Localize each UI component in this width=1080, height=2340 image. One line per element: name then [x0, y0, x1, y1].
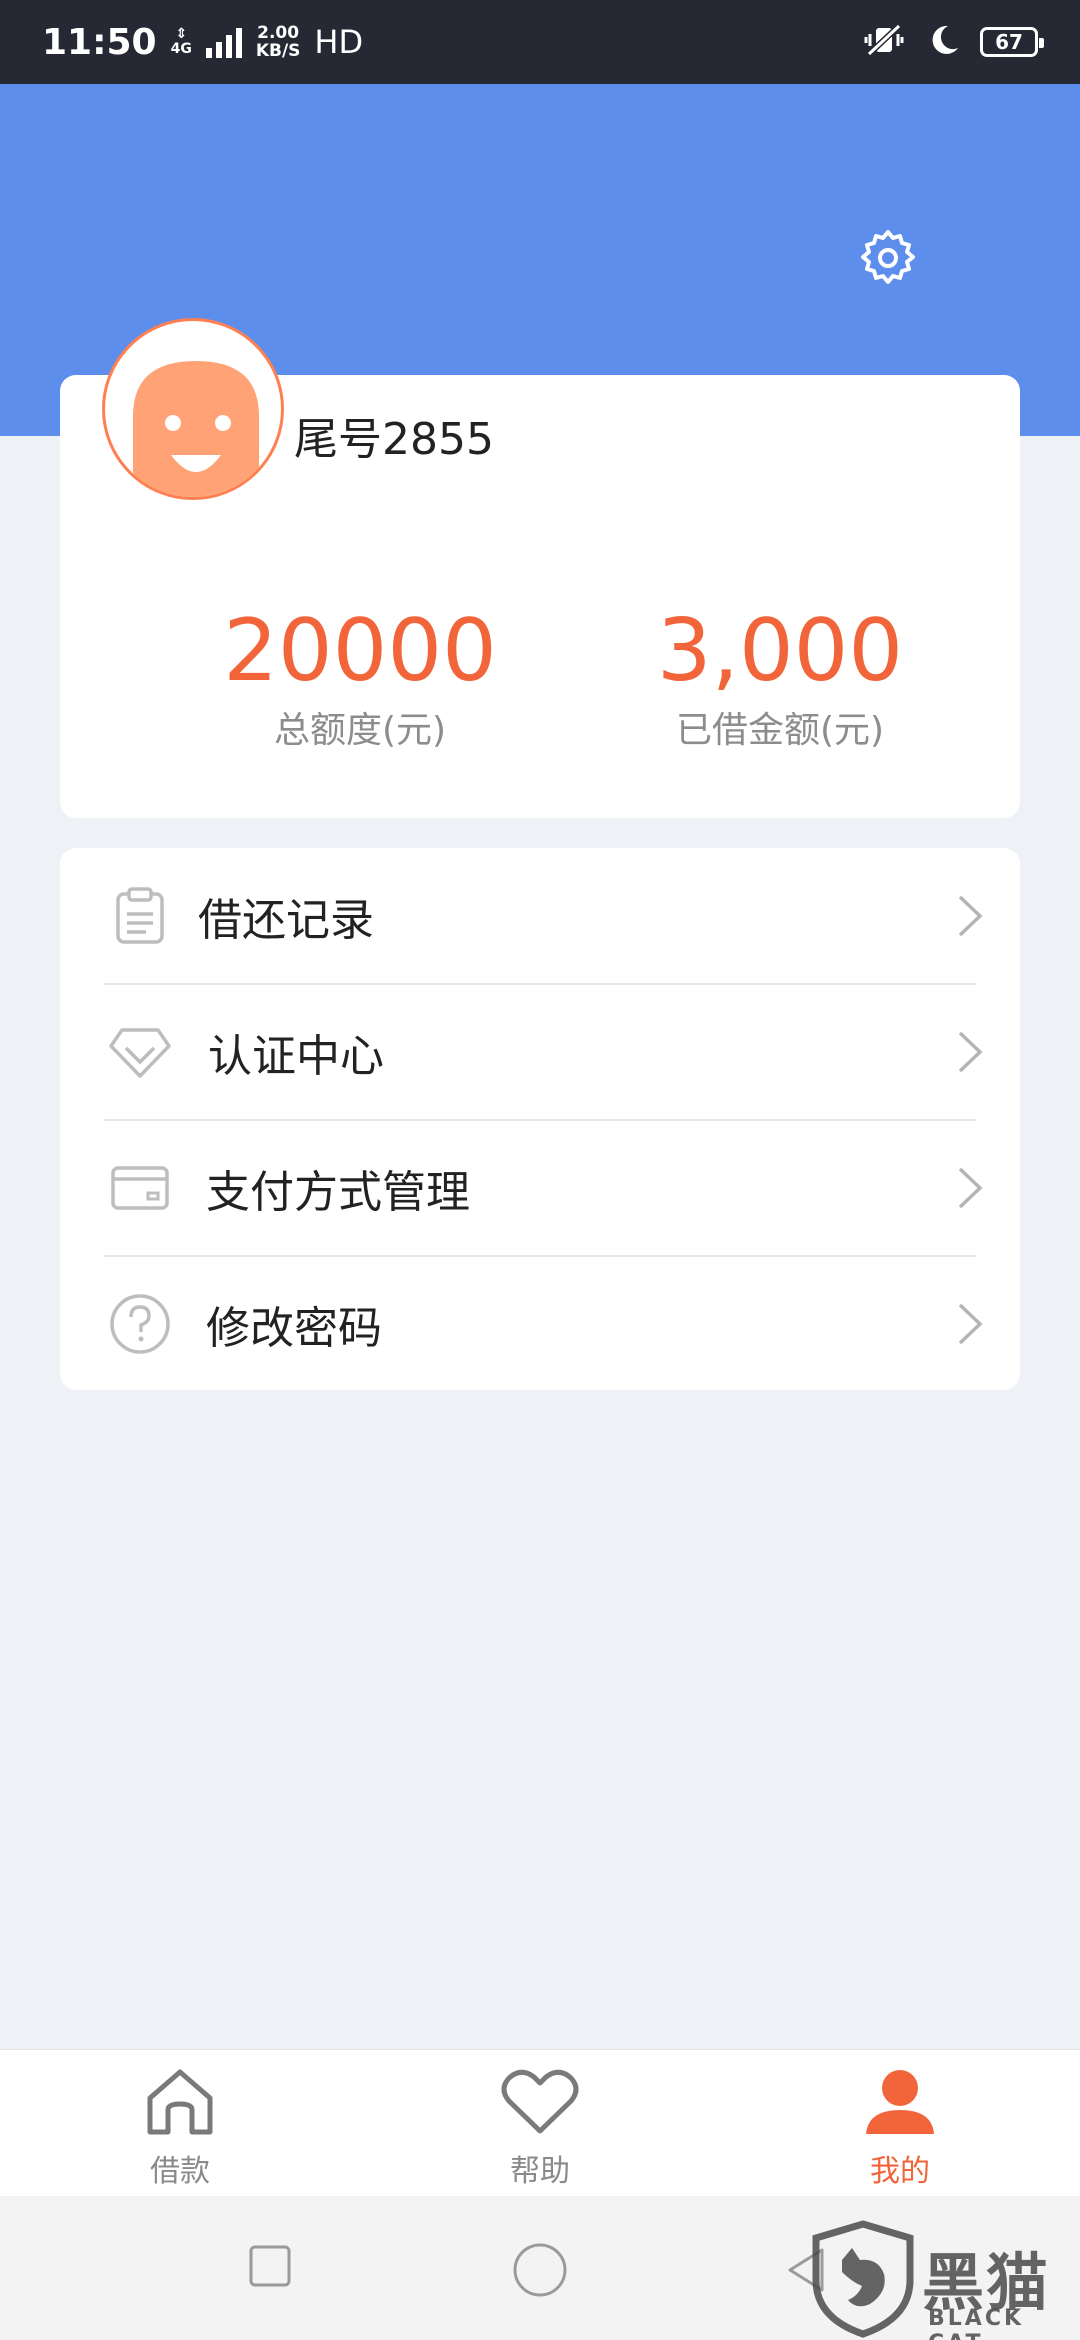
- heart-icon: [500, 2062, 580, 2142]
- card-icon: [108, 1156, 172, 1220]
- watermark-subtitle: BLACK CAT: [928, 2306, 1025, 2340]
- settings-button[interactable]: [856, 226, 920, 290]
- borrowed-label: 已借金额(元): [675, 710, 885, 751]
- nav-label-mine: 我的: [870, 2154, 930, 2189]
- menu-label-records: 借还记录: [198, 895, 374, 946]
- nav-tab-help[interactable]: 帮助: [440, 2050, 640, 2197]
- recent-apps-button[interactable]: [248, 2244, 292, 2292]
- menu-item-records[interactable]: 借还记录: [60, 848, 1020, 984]
- status-time: 11:50: [42, 21, 157, 63]
- nav-label-help: 帮助: [510, 2154, 570, 2189]
- nav-tab-borrow[interactable]: 借款: [80, 2050, 280, 2197]
- vibrate-icon: [864, 22, 904, 62]
- nav-label-borrow: 借款: [150, 2154, 210, 2189]
- watermark: 黑猫 BLACK CAT: [782, 2220, 1080, 2340]
- bottom-nav: 借款 帮助 我的: [0, 2049, 1080, 2196]
- clipboard-icon: [108, 884, 172, 948]
- menu-card: 借还记录 认证中心 支付方式管理 修改密码: [60, 848, 1020, 1390]
- diamond-icon: [108, 1020, 172, 1084]
- chevron-right-icon: [958, 1031, 983, 1073]
- person-icon: [860, 2062, 940, 2142]
- menu-label-payment: 支付方式管理: [206, 1167, 470, 1218]
- network-type: ⇕ 4G: [170, 26, 192, 57]
- signal-icon: [205, 26, 242, 58]
- total-limit-label: 总额度(元): [273, 710, 447, 751]
- gear-icon: [861, 230, 915, 284]
- total-limit-value: 20000: [223, 601, 497, 701]
- menu-label-verification: 认证中心: [208, 1031, 384, 1082]
- avatar[interactable]: [102, 318, 284, 500]
- menu-item-password[interactable]: 修改密码: [60, 1256, 1020, 1392]
- home-button[interactable]: [512, 2242, 568, 2302]
- menu-item-payment[interactable]: 支付方式管理: [60, 1120, 1020, 1256]
- network-speed: 2.00 KB/S: [255, 23, 301, 61]
- chevron-right-icon: [958, 895, 983, 937]
- moon-icon: [924, 22, 960, 62]
- question-icon: [108, 1292, 172, 1356]
- cat-shield-icon: [812, 2220, 914, 2338]
- status-bar: 11:50 ⇕ 4G 2.00 KB/S HD 67: [0, 0, 1080, 84]
- home-icon: [140, 2062, 220, 2142]
- menu-item-verification[interactable]: 认证中心: [60, 984, 1020, 1120]
- chevron-right-icon: [958, 1167, 983, 1209]
- battery-icon: 67: [980, 27, 1044, 57]
- nav-tab-mine[interactable]: 我的: [800, 2050, 1000, 2197]
- username: 尾号2855: [294, 414, 494, 465]
- menu-label-password: 修改密码: [206, 1303, 382, 1354]
- borrowed-amount: 3,000 已借金额(元): [580, 601, 980, 753]
- borrowed-value: 3,000: [656, 601, 904, 701]
- chevron-right-icon: [958, 1303, 983, 1345]
- hd-indicator: HD: [314, 23, 364, 61]
- total-limit: 20000 总额度(元): [160, 601, 560, 753]
